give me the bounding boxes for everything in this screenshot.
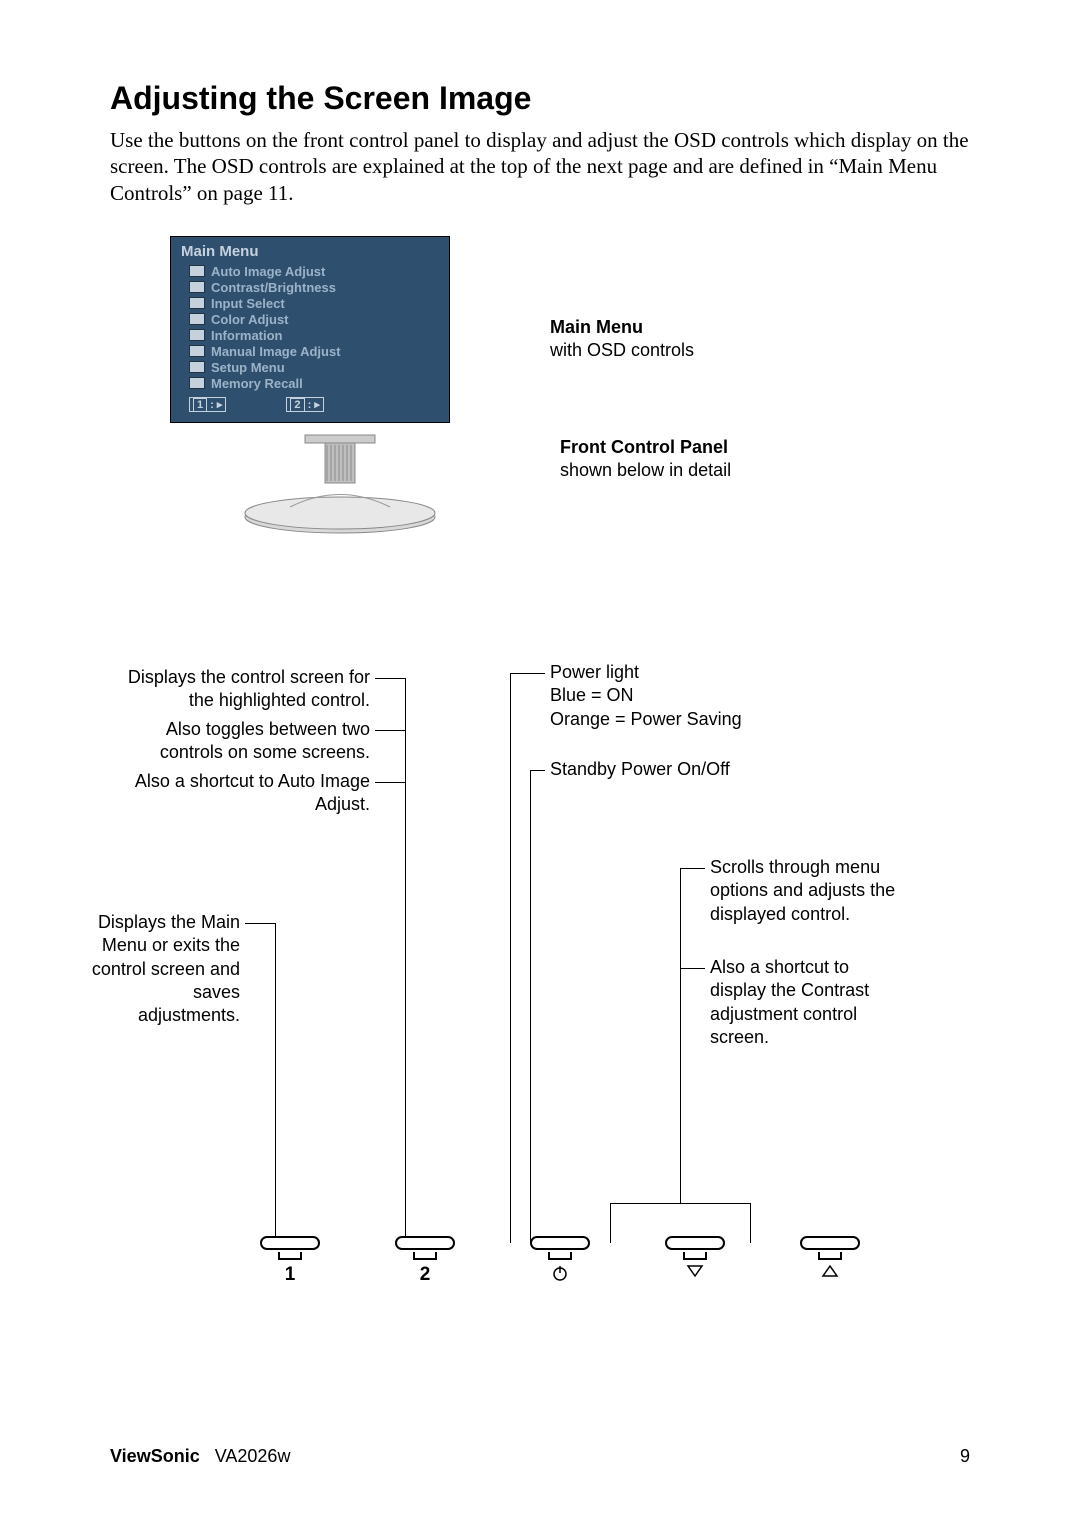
color-icon bbox=[189, 313, 205, 325]
button-up bbox=[800, 1236, 860, 1286]
button-down bbox=[665, 1236, 725, 1286]
callout-front-panel: Front Control Panel shown below in detai… bbox=[560, 436, 731, 483]
osd-item: Auto Image Adjust bbox=[211, 264, 325, 279]
osd-menu: Main Menu Auto Image Adjust Contrast/Bri… bbox=[170, 236, 450, 423]
osd-item: Setup Menu bbox=[211, 360, 285, 375]
desc-contrast-shortcut: Also a shortcut to display the Contrast … bbox=[710, 956, 900, 1050]
recall-icon bbox=[189, 377, 205, 389]
page-footer: ViewSonic VA2026w 9 bbox=[110, 1446, 970, 1467]
callout-main-menu: Main Menu with OSD controls bbox=[550, 316, 694, 363]
button-2: 2 bbox=[395, 1236, 455, 1286]
figure-monitor-osd: Main Menu Auto Image Adjust Contrast/Bri… bbox=[110, 236, 970, 586]
osd-item: Contrast/Brightness bbox=[211, 280, 336, 295]
front-panel-buttons: 1 2 bbox=[260, 1236, 860, 1286]
setup-icon bbox=[189, 361, 205, 373]
desc-standby-power: Standby Power On/Off bbox=[550, 758, 750, 781]
osd-item: Manual Image Adjust bbox=[211, 344, 341, 359]
adjust-icon bbox=[189, 265, 205, 277]
desc-shortcut-auto: Also a shortcut to Auto Image Adjust. bbox=[110, 770, 370, 817]
osd-hint-1: 1 : ▸ bbox=[189, 397, 226, 412]
page-title: Adjusting the Screen Image bbox=[110, 80, 970, 117]
desc-control-screen: Displays the control screen for the high… bbox=[110, 666, 370, 713]
figure-front-panel-detail: Displays the control screen for the high… bbox=[110, 666, 970, 1346]
osd-item: Memory Recall bbox=[211, 376, 303, 391]
triangle-up-icon bbox=[800, 1264, 860, 1286]
button-power bbox=[530, 1236, 590, 1286]
info-icon bbox=[189, 329, 205, 341]
triangle-down-icon bbox=[665, 1264, 725, 1286]
footer-brand: ViewSonic bbox=[110, 1446, 200, 1466]
input-icon bbox=[189, 297, 205, 309]
power-icon bbox=[530, 1264, 590, 1286]
footer-page-number: 9 bbox=[960, 1446, 970, 1467]
osd-hint-2: 2 : ▸ bbox=[286, 397, 323, 412]
monitor-illustration bbox=[140, 427, 540, 537]
contrast-icon bbox=[189, 281, 205, 293]
footer-model: VA2026w bbox=[215, 1446, 291, 1466]
desc-scroll-adjust: Scrolls through menu options and adjusts… bbox=[710, 856, 900, 926]
desc-main-menu-exit: Displays the Main Menu or exits the cont… bbox=[90, 911, 240, 1028]
button-1: 1 bbox=[260, 1236, 320, 1286]
osd-item: Information bbox=[211, 328, 283, 343]
manual-icon bbox=[189, 345, 205, 357]
intro-paragraph: Use the buttons on the front control pan… bbox=[110, 127, 970, 206]
osd-item: Color Adjust bbox=[211, 312, 289, 327]
desc-toggle-controls: Also toggles between two controls on som… bbox=[110, 718, 370, 765]
desc-power-light: Power light Blue = ON Orange = Power Sav… bbox=[550, 661, 800, 731]
osd-menu-title: Main Menu bbox=[181, 243, 439, 260]
osd-item: Input Select bbox=[211, 296, 285, 311]
